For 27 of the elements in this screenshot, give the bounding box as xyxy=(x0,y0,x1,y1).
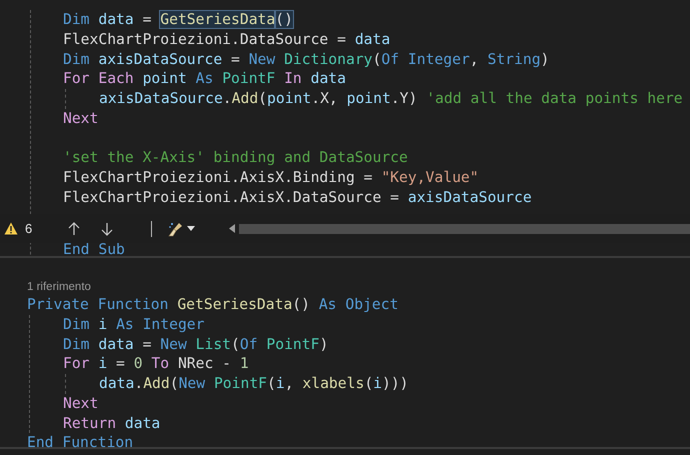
code-lens[interactable]: 1 riferimento xyxy=(27,280,91,294)
caret-icon[interactable] xyxy=(187,226,196,231)
code-line: Dim axisDataSource = New Dictionary(Of Integer, String) xyxy=(63,50,550,70)
code-line: Next xyxy=(63,108,98,128)
code-line: FlexChartProiezioni.DataSource = data xyxy=(63,30,390,50)
code-line: FlexChartProiezioni.AxisX.DataSource = axisDataSource xyxy=(63,188,532,208)
code-line: data.Add(New PointF(i, xlabels(i))) xyxy=(99,374,409,394)
code-line: Return data xyxy=(63,414,160,434)
warning-icon[interactable] xyxy=(4,222,18,235)
up-arrow-icon[interactable] xyxy=(68,222,80,236)
code-line: End Sub xyxy=(63,240,125,256)
down-arrow-icon[interactable] xyxy=(101,222,114,236)
code-line: End Function xyxy=(27,433,134,453)
code-line: Dim data = New List(Of PointF) xyxy=(63,334,328,354)
code-line: Next xyxy=(63,394,98,414)
horizontal-scrollbar[interactable] xyxy=(239,224,690,234)
code-line: For Each point As PointF In data xyxy=(63,69,346,89)
warning-count: 6 xyxy=(25,220,32,238)
code-line: 'set the X-Axis' binding and DataSource xyxy=(63,148,408,168)
code-line: For i = 0 To NRec - 1 xyxy=(63,354,249,374)
code-line: Dim data = GetSeriesData() xyxy=(63,10,293,30)
code-line: FlexChartProiezioni.AxisX.Binding = "Key,Value" xyxy=(63,168,479,188)
scroll-left-icon[interactable] xyxy=(229,224,236,233)
code-line: Private Function GetSeriesData() As Object xyxy=(27,295,398,315)
code-line: axisDataSource.Add(point.X, point.Y) 'add all the data points here xyxy=(99,89,683,109)
code-line: Dim i As Integer xyxy=(63,314,204,334)
brush-icon[interactable] xyxy=(168,220,184,236)
